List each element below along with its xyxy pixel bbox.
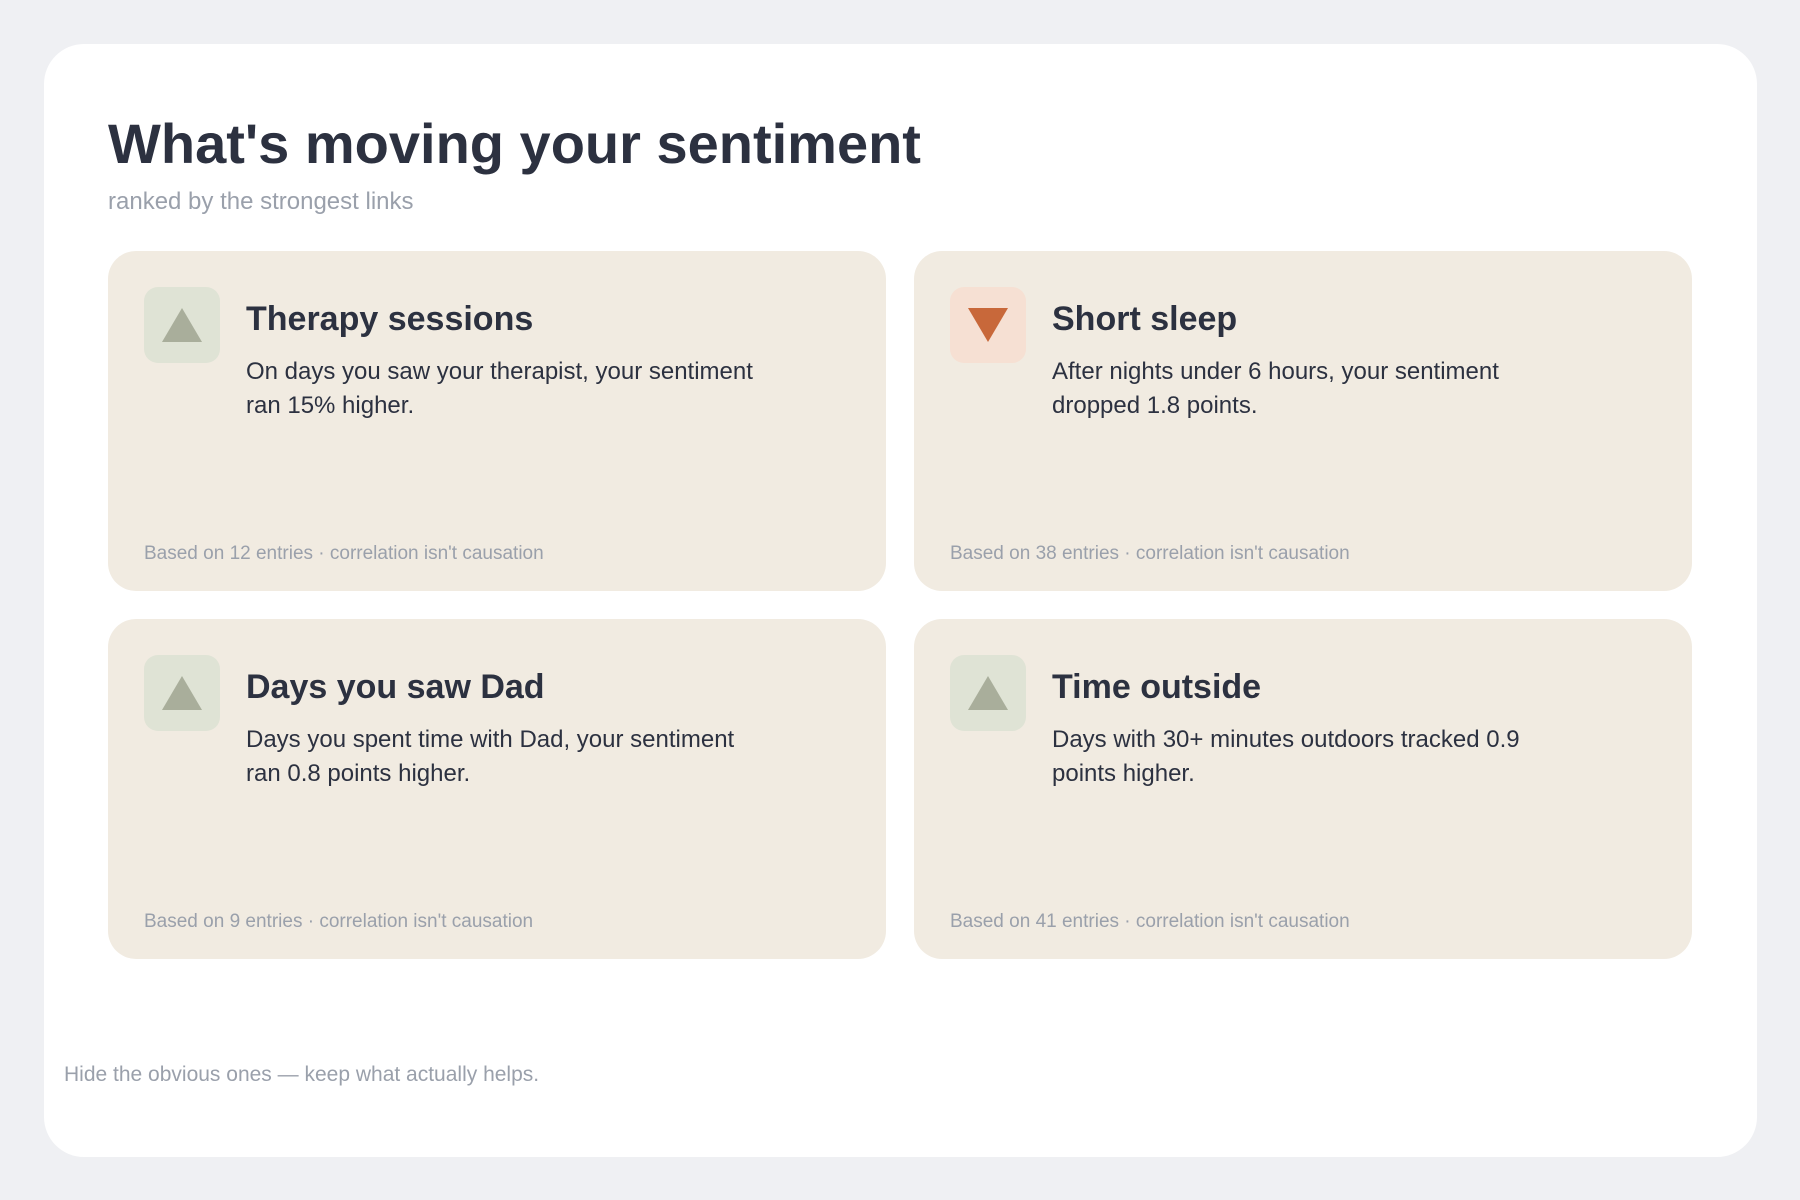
insight-card-short-sleep[interactable]: Short sleep After nights under 6 hours, … <box>914 250 1692 591</box>
trend-down-badge <box>950 286 1026 363</box>
page-subtitle: ranked by the strongest links <box>108 188 414 215</box>
card-title: Therapy sessions <box>246 299 534 338</box>
triangle-down-icon <box>968 307 1008 342</box>
insight-card-grid: Therapy sessions On days you saw your th… <box>108 250 1693 959</box>
insight-card-days-you-saw-dad[interactable]: Days you saw Dad Days you spent time wit… <box>108 618 886 959</box>
trend-up-badge <box>144 286 220 363</box>
triangle-up-icon <box>968 675 1008 710</box>
trend-up-badge <box>144 654 220 731</box>
card-footnote: Based on 38 entries · correlation isn't … <box>950 542 1350 564</box>
card-body: Days you spent time with Dad, your senti… <box>246 725 735 787</box>
card-title: Short sleep <box>1052 299 1238 338</box>
page-title: What's moving your sentiment <box>108 112 921 175</box>
trend-up-badge <box>950 654 1026 731</box>
card-title: Time outside <box>1052 667 1262 706</box>
card-footnote: Based on 12 entries · correlation isn't … <box>144 542 544 564</box>
card-body: Days with 30+ minutes outdoors tracked 0… <box>1052 725 1520 787</box>
card-title: Days you saw Dad <box>246 667 545 706</box>
triangle-up-icon <box>162 675 202 710</box>
card-body: After nights under 6 hours, your sentime… <box>1052 357 1499 419</box>
insights-panel: What's moving your sentiment ranked by t… <box>44 44 1757 1157</box>
triangle-up-icon <box>162 307 202 342</box>
insight-card-therapy-sessions[interactable]: Therapy sessions On days you saw your th… <box>108 250 886 591</box>
card-footnote: Based on 41 entries · correlation isn't … <box>950 910 1350 932</box>
card-body: On days you saw your therapist, your sen… <box>246 357 753 419</box>
card-footnote: Based on 9 entries · correlation isn't c… <box>144 910 534 932</box>
insight-card-time-outside[interactable]: Time outside Days with 30+ minutes outdo… <box>914 618 1692 959</box>
footer-note: Hide the obvious ones — keep what actual… <box>64 1063 540 1086</box>
